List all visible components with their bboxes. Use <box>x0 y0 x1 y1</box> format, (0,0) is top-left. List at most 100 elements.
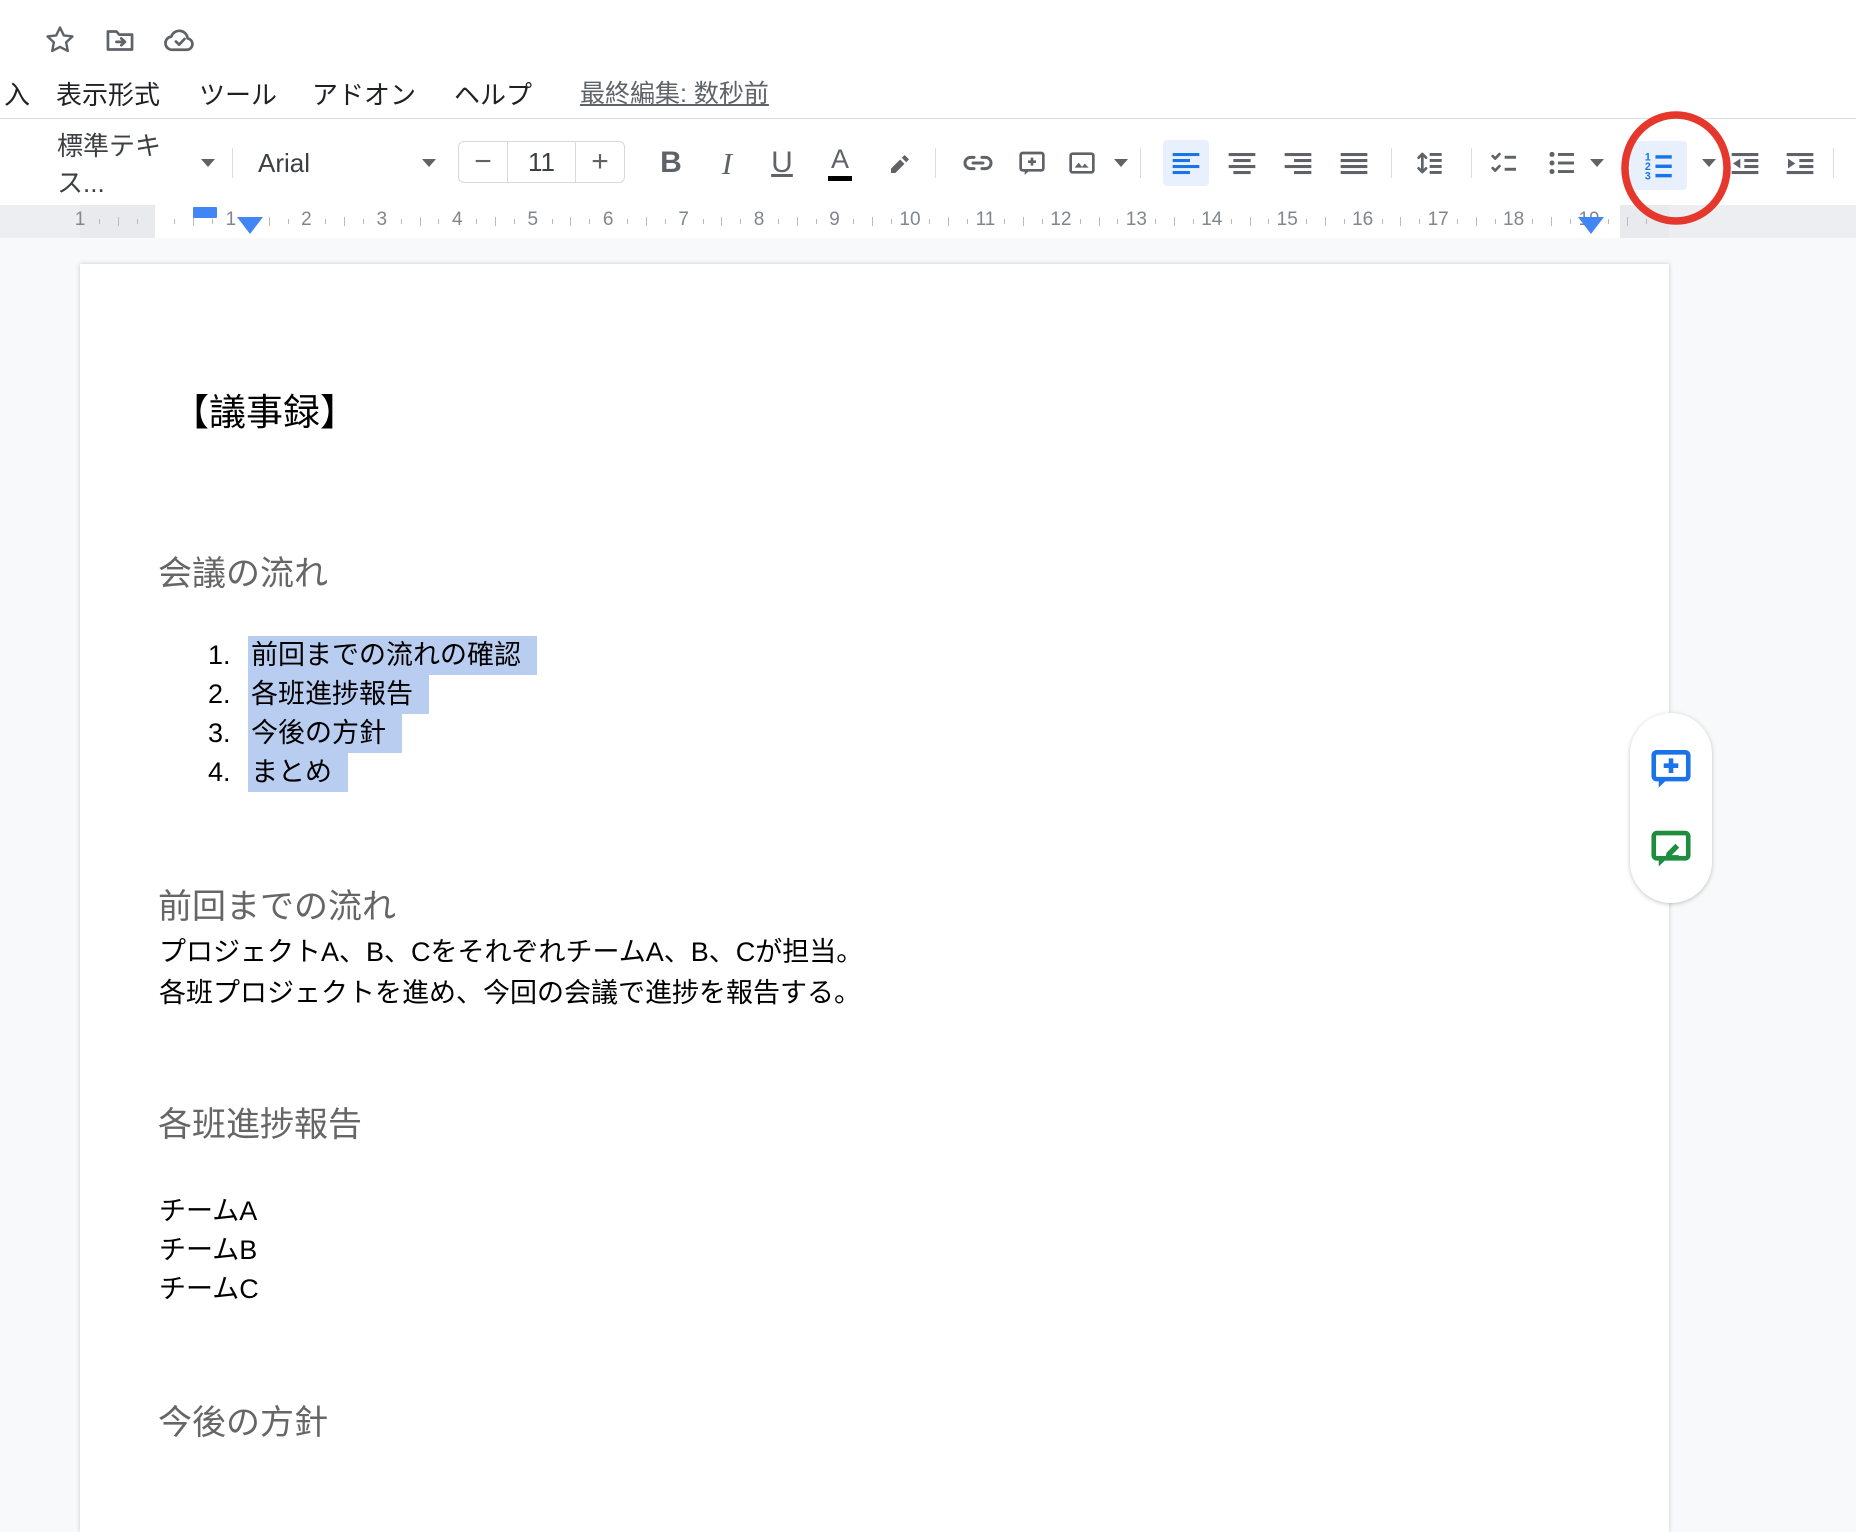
toolbar-divider <box>1833 148 1834 178</box>
menu-item-format[interactable]: 表示形式 <box>56 72 160 118</box>
ruler-number: 18 <box>1503 209 1524 231</box>
increase-indent-button[interactable] <box>1777 140 1823 186</box>
justify-button[interactable] <box>1331 140 1377 186</box>
ruler-tick <box>948 217 949 226</box>
decrease-font-size-button[interactable]: − <box>459 142 508 182</box>
ruler-number: 10 <box>899 209 920 231</box>
ruler-number: 2 <box>301 209 312 231</box>
line-spacing-button[interactable] <box>1406 140 1452 186</box>
first-line-indent-marker[interactable] <box>193 207 217 218</box>
heading-previous-flow: 前回までの流れ <box>158 879 396 928</box>
ruler-number: 8 <box>754 209 765 231</box>
ruler-tick <box>891 219 892 224</box>
page[interactable]: 【議事録】 会議の流れ 1. 前回までの流れの確認 2. 各班進捗報告 3. 今… <box>80 264 1669 1532</box>
ruler-tick <box>1023 217 1024 226</box>
font-family-value: Arial <box>258 148 310 179</box>
underline-button[interactable]: U <box>759 140 805 186</box>
selected-text: 各班進捗報告 <box>248 675 429 714</box>
ruler-tick <box>1344 219 1345 224</box>
cloud-saved-icon[interactable] <box>160 20 200 60</box>
ruler-tick <box>1306 219 1307 224</box>
ruler-number: 12 <box>1050 209 1071 231</box>
insert-link-button[interactable] <box>955 140 1001 186</box>
ruler-tick <box>1608 219 1609 224</box>
ruler-tick <box>1250 217 1251 226</box>
text-color-button[interactable]: A <box>817 140 863 186</box>
ruler-tick <box>1174 217 1175 226</box>
ruler-tick <box>646 217 647 226</box>
ruler-tick <box>797 217 798 226</box>
checklist-button[interactable] <box>1481 140 1527 186</box>
star-icon[interactable] <box>40 20 80 60</box>
suggest-edits-button[interactable] <box>1647 824 1695 872</box>
ruler-tick <box>1382 219 1383 224</box>
ruler-tick <box>721 217 722 226</box>
ruler-tick <box>325 219 326 224</box>
list-number: 2. <box>208 675 251 714</box>
side-action-pill <box>1630 713 1712 903</box>
ruler-tick <box>420 217 421 226</box>
increase-font-size-button[interactable]: + <box>575 142 624 182</box>
ruler-number: 13 <box>1126 209 1147 231</box>
bulleted-list-dropdown[interactable] <box>1586 140 1608 186</box>
paragraph-style-selector[interactable]: 標準テキス... <box>57 140 215 186</box>
ruler-number: 1 <box>226 209 237 231</box>
right-indent-marker[interactable] <box>1578 217 1604 234</box>
ruler-number: 7 <box>678 209 689 231</box>
agenda-numbered-list: 1. 前回までの流れの確認 2. 各班進捗報告 3. 今後の方針 4. まとめ <box>208 636 537 792</box>
last-edit-link[interactable]: 最終編集: 数秒前 <box>580 72 769 118</box>
move-folder-icon[interactable] <box>100 20 140 60</box>
list-item: 3. 今後の方針 <box>208 714 537 753</box>
ruler-tick <box>816 219 817 224</box>
menu-item-insert-partial[interactable]: 入 <box>4 72 30 118</box>
paragraph-style-value: 標準テキス... <box>57 126 201 200</box>
increase-indent-icon <box>1784 147 1816 179</box>
ruler-tick <box>476 219 477 224</box>
list-item: 4. まとめ <box>208 753 537 792</box>
insert-image-icon <box>1066 147 1098 179</box>
left-indent-marker[interactable] <box>237 217 263 234</box>
ruler-number: 17 <box>1428 209 1449 231</box>
ruler-tick <box>1268 219 1269 224</box>
align-center-button[interactable] <box>1219 140 1265 186</box>
text-color-icon: A <box>828 146 852 181</box>
ruler-tick <box>929 219 930 224</box>
add-comment-button[interactable] <box>1009 140 1055 186</box>
list-number: 1. <box>208 636 251 675</box>
ruler-tick <box>627 219 628 224</box>
team-item: チームB <box>159 1231 259 1270</box>
link-icon <box>961 146 995 180</box>
highlight-color-button[interactable] <box>878 140 924 186</box>
insert-image-dropdown[interactable] <box>1110 140 1132 186</box>
list-number: 3. <box>208 714 251 753</box>
italic-button[interactable]: I <box>704 140 750 186</box>
font-family-selector[interactable]: Arial <box>258 140 436 186</box>
bold-button[interactable]: B <box>648 140 694 186</box>
ruler-tick <box>1080 219 1081 224</box>
line-spacing-icon <box>1413 147 1445 179</box>
menu-item-tools[interactable]: ツール <box>199 72 277 118</box>
ruler-tick <box>269 217 270 226</box>
ruler-tick <box>1155 219 1156 224</box>
align-right-button[interactable] <box>1275 140 1321 186</box>
add-comment-side-button[interactable] <box>1647 744 1695 792</box>
decrease-indent-button[interactable] <box>1722 140 1768 186</box>
menu-item-help[interactable]: ヘルプ <box>454 72 532 118</box>
insert-image-button[interactable] <box>1059 140 1105 186</box>
list-item: 2. 各班進捗報告 <box>208 675 537 714</box>
list-item: 1. 前回までの流れの確認 <box>208 636 537 675</box>
ruler[interactable]: 112345678910111213141516171819 <box>0 205 1856 238</box>
ruler-tick <box>1325 217 1326 226</box>
ruler-tick <box>514 219 515 224</box>
numbered-list-button[interactable]: 1 2 3 <box>1630 141 1687 190</box>
menu-item-addons[interactable]: アドオン <box>312 72 416 118</box>
font-size-value[interactable]: 11 <box>508 142 575 182</box>
ruler-tick <box>570 217 571 226</box>
numbered-list-dropdown[interactable] <box>1698 140 1720 186</box>
team-item: チームA <box>159 1192 259 1231</box>
formatting-toolbar: 標準テキス... Arial − 11 + B I U A <box>0 118 1856 205</box>
justify-icon <box>1338 147 1370 179</box>
align-left-button[interactable] <box>1163 140 1209 186</box>
ruler-tick <box>665 219 666 224</box>
bulleted-list-button[interactable] <box>1539 140 1585 186</box>
